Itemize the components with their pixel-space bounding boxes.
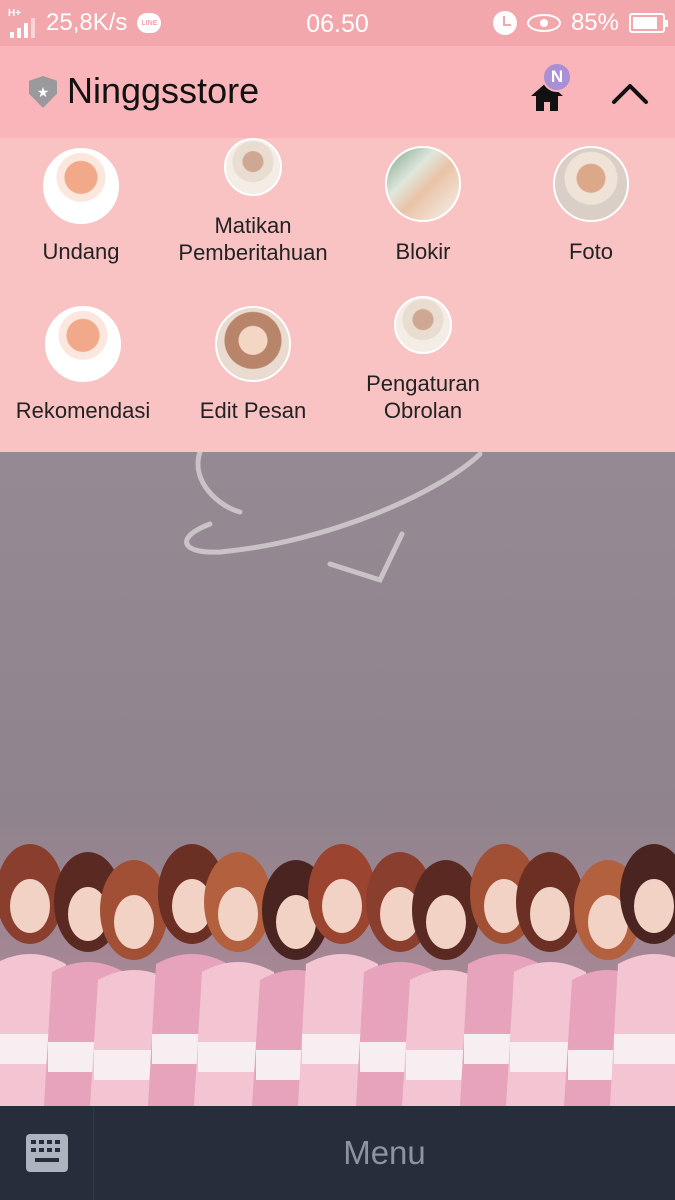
avatar-icon <box>43 148 119 224</box>
chat-header: ★ Ninggsstore N <box>0 46 675 138</box>
avatar-icon <box>394 296 452 354</box>
alarm-icon <box>492 11 517 35</box>
menu-item-label: Matikan Pemberitahuan <box>178 213 328 265</box>
figure-face <box>322 879 362 933</box>
menu-item-mute-notifications[interactable]: Matikan Pemberitahuan <box>168 138 338 266</box>
figure-face <box>634 879 674 933</box>
figure-face <box>426 895 466 949</box>
keyboard-icon <box>26 1134 68 1172</box>
battery-icon <box>629 13 668 33</box>
avatar-icon <box>45 306 121 382</box>
figure-body <box>610 954 675 1106</box>
menu-item-recommend[interactable]: Rekomendasi <box>0 306 168 424</box>
chat-background[interactable] <box>0 452 675 1106</box>
status-bar: H+ 25,8K/s LINE 06.50 85% <box>0 0 675 46</box>
menu-item-block[interactable]: Blokir <box>338 146 508 265</box>
menu-item-label: Rekomendasi <box>15 398 151 423</box>
figure-face <box>114 895 154 949</box>
menu-item-label: Undang <box>42 239 120 264</box>
chat-title[interactable]: Ninggsstore <box>67 70 259 112</box>
eye-icon <box>526 14 561 32</box>
avatar-icon <box>224 138 282 196</box>
bottom-bar: Menu <box>0 1106 675 1200</box>
menu-item-edit-messages[interactable]: Edit Pesan <box>168 306 338 424</box>
menu-item-invite[interactable]: Undang <box>0 148 166 265</box>
chevron-up-icon <box>612 84 648 104</box>
avatar-icon <box>553 146 629 222</box>
menu-item-label: Edit Pesan <box>199 398 307 423</box>
menu-item-label: Foto <box>568 239 614 264</box>
menu-item-chat-settings[interactable]: Pengaturan Obrolan <box>338 296 508 424</box>
menu-item-photos[interactable]: Foto <box>506 146 675 265</box>
menu-item-label: Pengaturan Obrolan <box>366 371 480 423</box>
status-right: 85% <box>492 0 668 46</box>
figure-face <box>10 879 50 933</box>
figure-sleeve <box>614 1034 675 1064</box>
collapse-menu-button[interactable] <box>606 72 654 112</box>
doodle-decoration <box>184 452 483 584</box>
figure-face <box>530 887 570 941</box>
official-shield-icon: ★ <box>29 76 57 108</box>
avatar-icon <box>385 146 461 222</box>
menu-item-label: Blokir <box>395 239 451 264</box>
figure-face <box>218 887 258 941</box>
notification-badge: N <box>542 62 572 92</box>
battery-percent: 85% <box>570 9 619 36</box>
chat-menu-panel: Undang Matikan Pemberitahuan Blokir Foto… <box>0 138 675 452</box>
menu-button[interactable]: Menu <box>94 1106 675 1200</box>
avatar-icon <box>215 306 291 382</box>
group-photo-image <box>0 844 675 1106</box>
keyboard-button[interactable] <box>0 1106 94 1200</box>
home-button[interactable]: N <box>524 62 572 118</box>
